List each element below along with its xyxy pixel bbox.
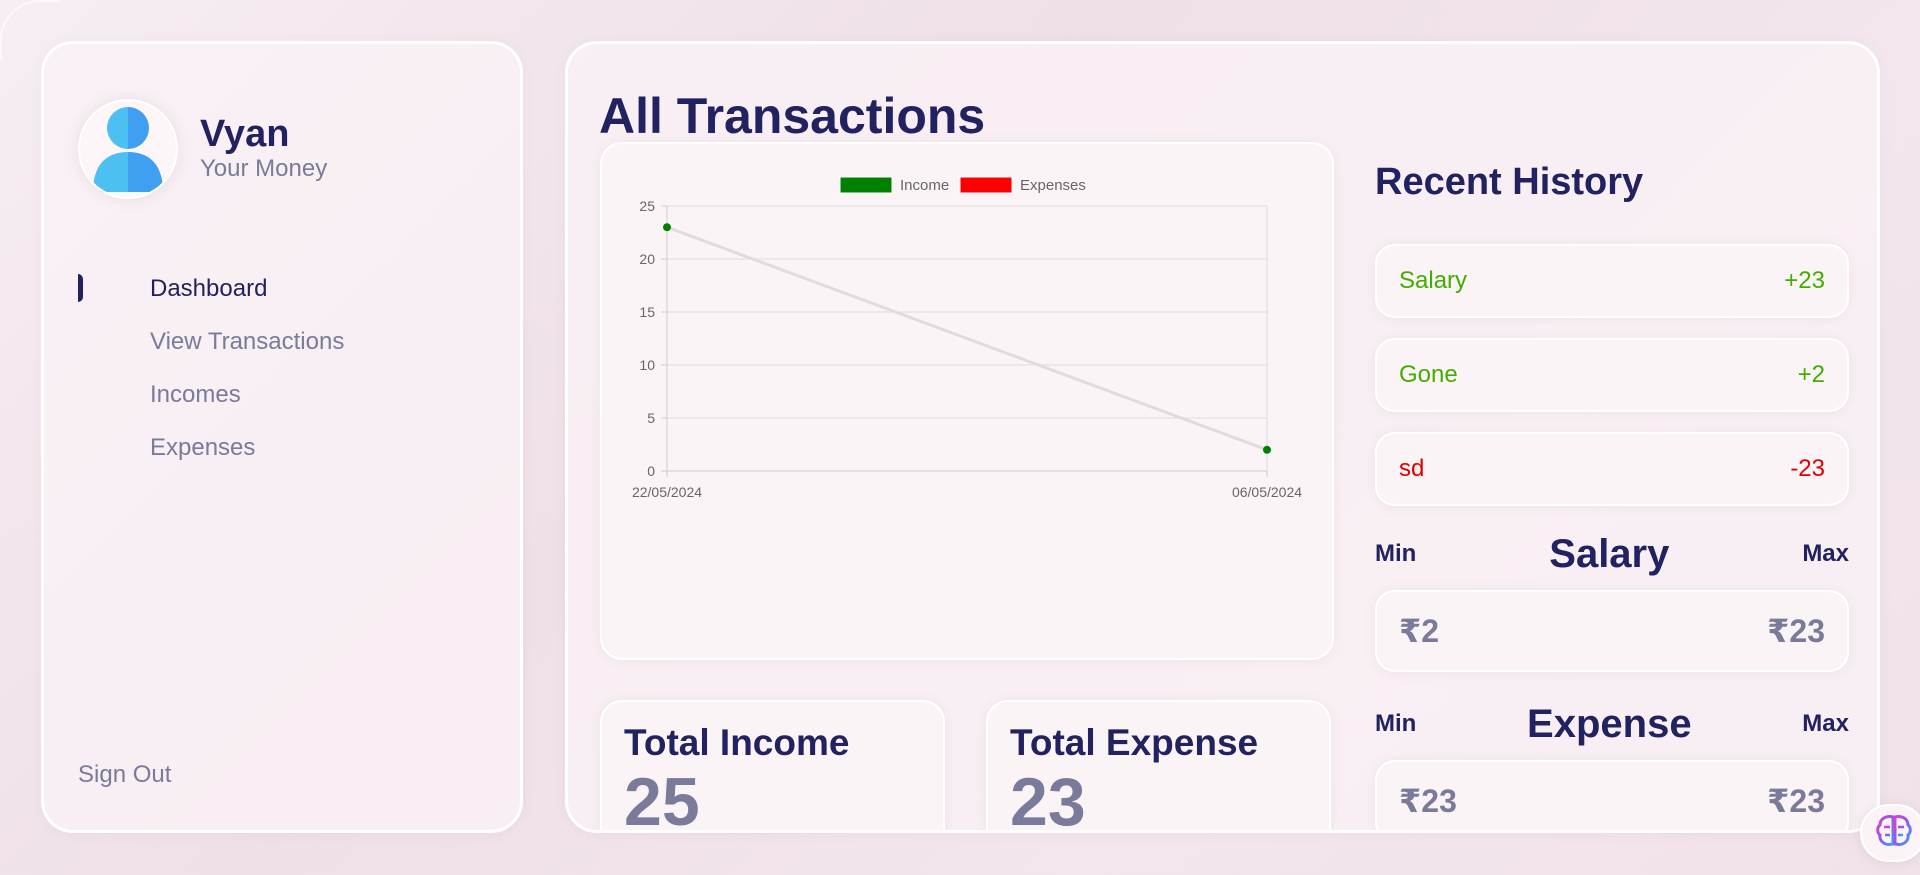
y-tick-label: 0 xyxy=(647,463,655,479)
salary-range-box: ₹2 ₹23 xyxy=(1375,590,1849,672)
menu-item-dashboard[interactable]: Dashboard xyxy=(78,262,478,315)
expense-max-label: Max xyxy=(1802,710,1849,737)
legend-label: Expenses xyxy=(1020,177,1086,194)
history-item[interactable]: Salary +23 xyxy=(1375,244,1849,318)
menu-item-expenses[interactable]: Expenses xyxy=(78,421,478,474)
history-item-amount: -23 xyxy=(1790,455,1825,482)
total-income-value: 25 xyxy=(624,764,700,833)
expense-range-box: ₹23 ₹23 xyxy=(1375,760,1849,830)
menu-item-view-transactions[interactable]: View Transactions xyxy=(78,315,478,368)
y-tick-label: 10 xyxy=(639,357,655,373)
salary-range-title: Salary xyxy=(1549,531,1670,576)
salary-min-label: Min xyxy=(1375,540,1417,567)
expense-max-value: ₹23 xyxy=(1767,783,1825,819)
main-panel: All Transactions Income Expenses 0 5 10 15 20 2… xyxy=(565,41,1880,833)
total-income-label: Total Income xyxy=(624,722,850,763)
total-expense-card: Total Expense 23 xyxy=(986,700,1331,833)
chart-svg: Income Expenses 0 5 10 15 20 25 22/05/2024 06/05/… xyxy=(632,176,1302,500)
recent-history-title: Recent History xyxy=(1375,161,1644,203)
sign-out-button[interactable]: Sign Out xyxy=(78,761,171,789)
recent-history: Recent History Salary +23 Gone +2 sd -23… xyxy=(1375,161,1849,830)
expense-min-value: ₹23 xyxy=(1399,783,1457,819)
history-item[interactable]: Gone +2 xyxy=(1375,338,1849,412)
assistant-button[interactable] xyxy=(1860,804,1920,862)
y-tick-label: 5 xyxy=(647,410,655,426)
total-expense-value: 23 xyxy=(1010,764,1086,833)
legend-swatch xyxy=(839,176,893,194)
transactions-chart: Income Expenses 0 5 10 15 20 25 22/05/2024 06/05/… xyxy=(600,142,1334,660)
y-tick-label: 15 xyxy=(639,304,655,320)
data-point xyxy=(1263,445,1271,454)
menu-item-incomes[interactable]: Incomes xyxy=(78,368,478,421)
history-item-amount: +2 xyxy=(1797,361,1825,388)
expense-range-header: Min Expense Max xyxy=(1375,696,1849,752)
legend-swatch xyxy=(959,176,1013,194)
profile-subtitle: Your Money xyxy=(200,155,328,182)
total-expense-label: Total Expense xyxy=(1010,722,1259,763)
series-line-income xyxy=(666,225,1268,452)
salary-range-header: Min Salary Max xyxy=(1375,526,1849,582)
x-tick-label: 22/05/2024 xyxy=(632,484,702,500)
page-title: All Transactions xyxy=(599,88,986,144)
profile-name: Vyan xyxy=(200,113,290,155)
history-item-label: Gone xyxy=(1399,361,1458,388)
y-tick-label: 25 xyxy=(639,198,655,214)
legend-label: Income xyxy=(900,177,949,194)
user-avatar-icon xyxy=(78,99,178,199)
history-item-label: Salary xyxy=(1399,267,1468,294)
y-tick-label: 20 xyxy=(639,251,655,267)
salary-max-label: Max xyxy=(1802,540,1849,567)
brain-icon xyxy=(1876,814,1912,853)
data-point xyxy=(663,223,671,232)
expense-range-title: Expense xyxy=(1527,701,1692,746)
salary-min-value: ₹2 xyxy=(1399,613,1440,649)
history-item-label: sd xyxy=(1399,455,1425,482)
sidebar: Vyan Your Money Dashboard View Transacti… xyxy=(41,41,523,833)
salary-max-value: ₹23 xyxy=(1767,613,1825,649)
profile: Vyan Your Money xyxy=(78,99,327,199)
expense-min-label: Min xyxy=(1375,710,1417,737)
nav-menu: Dashboard View Transactions Incomes Expe… xyxy=(78,262,478,474)
total-income-card: Total Income 25 xyxy=(600,700,945,833)
history-item-amount: +23 xyxy=(1784,267,1825,294)
x-tick-label: 06/05/2024 xyxy=(1232,484,1302,500)
history-item[interactable]: sd -23 xyxy=(1375,432,1849,506)
